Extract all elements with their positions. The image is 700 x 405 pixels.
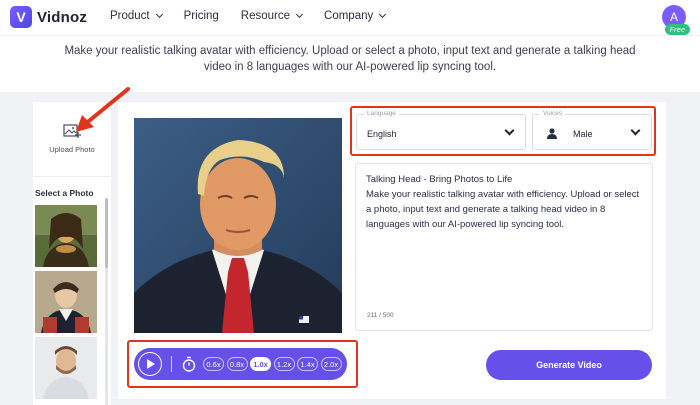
logo-mark-icon: V — [10, 6, 32, 28]
selected-photo-preview — [134, 118, 342, 333]
nav-item-pricing[interactable]: Pricing — [184, 10, 219, 22]
speed-option-2-0x[interactable]: 2.0x — [320, 357, 342, 371]
photo-sidebar: Upload Photo Select a Photo — [33, 102, 111, 405]
top-header: V Vidnoz Product Pricing Resource Compan… — [0, 0, 700, 36]
nav-item-company[interactable]: Company — [324, 10, 387, 22]
chevron-down-icon — [155, 10, 163, 19]
select-photo-heading: Select a Photo — [35, 188, 94, 198]
chevron-down-icon — [379, 10, 387, 19]
script-title: Talking Head - Bring Photos to Life — [366, 174, 513, 185]
speed-option-1-4x[interactable]: 1.4x — [297, 357, 318, 371]
man-portrait-thumbnail[interactable] — [35, 337, 97, 399]
mona-lisa-thumbnail[interactable] — [35, 205, 97, 267]
nav-label: Product — [110, 10, 150, 22]
nav-label: Resource — [240, 10, 291, 22]
speed-option-1-2x[interactable]: 1.2x — [273, 357, 295, 371]
voices-caption: Voices — [540, 110, 566, 117]
play-icon — [147, 359, 155, 369]
script-textarea[interactable]: Talking Head - Bring Photos to Life Make… — [355, 163, 653, 331]
nav-item-product[interactable]: Product — [110, 10, 163, 22]
language-select[interactable]: Language English — [356, 110, 526, 150]
language-value: English — [367, 129, 397, 139]
chevron-down-icon — [295, 10, 304, 19]
nav-item-resource[interactable]: Resource — [240, 10, 304, 22]
nav-label: Pricing — [183, 10, 219, 22]
upload-photo-label: Upload Photo — [49, 145, 95, 154]
page-description: Make your realistic talking avatar with … — [64, 45, 636, 73]
plan-badge: Free — [664, 24, 690, 35]
speed-option-1-0x[interactable]: 1.0x — [250, 357, 271, 371]
nav-label: Company — [324, 10, 374, 22]
controls-divider — [171, 356, 172, 372]
sidebar-scrollbar-thumb[interactable] — [105, 198, 108, 268]
chevron-down-icon — [504, 125, 515, 136]
main-nav: Product Pricing Resource Company — [110, 10, 407, 22]
playback-controls: 0.6x 0.8x 1.0x 1.2x 1.4x 2.0x — [134, 348, 347, 380]
person-icon — [547, 128, 557, 139]
character-count: 211 / 500 — [367, 312, 394, 319]
speed-timer-icon — [182, 356, 196, 372]
voices-value: Male — [573, 129, 593, 139]
photo-thumbnail-list — [35, 205, 97, 403]
generate-video-button[interactable]: Generate Video — [486, 350, 652, 380]
play-button[interactable] — [138, 352, 162, 376]
speed-option-0-6x[interactable]: 0.6x — [203, 357, 224, 371]
script-body: Make your realistic talking avatar with … — [366, 189, 640, 230]
logo-text: Vidnoz — [37, 8, 88, 26]
speed-option-0-8x[interactable]: 0.8x — [226, 357, 248, 371]
red-arrow-annotation — [76, 87, 130, 132]
logo[interactable]: V Vidnoz — [10, 6, 87, 28]
napoleon-thumbnail[interactable] — [35, 271, 97, 333]
language-caption: Language — [364, 110, 399, 117]
voices-select[interactable]: Voices Male — [532, 110, 652, 150]
chevron-down-icon — [630, 125, 641, 136]
